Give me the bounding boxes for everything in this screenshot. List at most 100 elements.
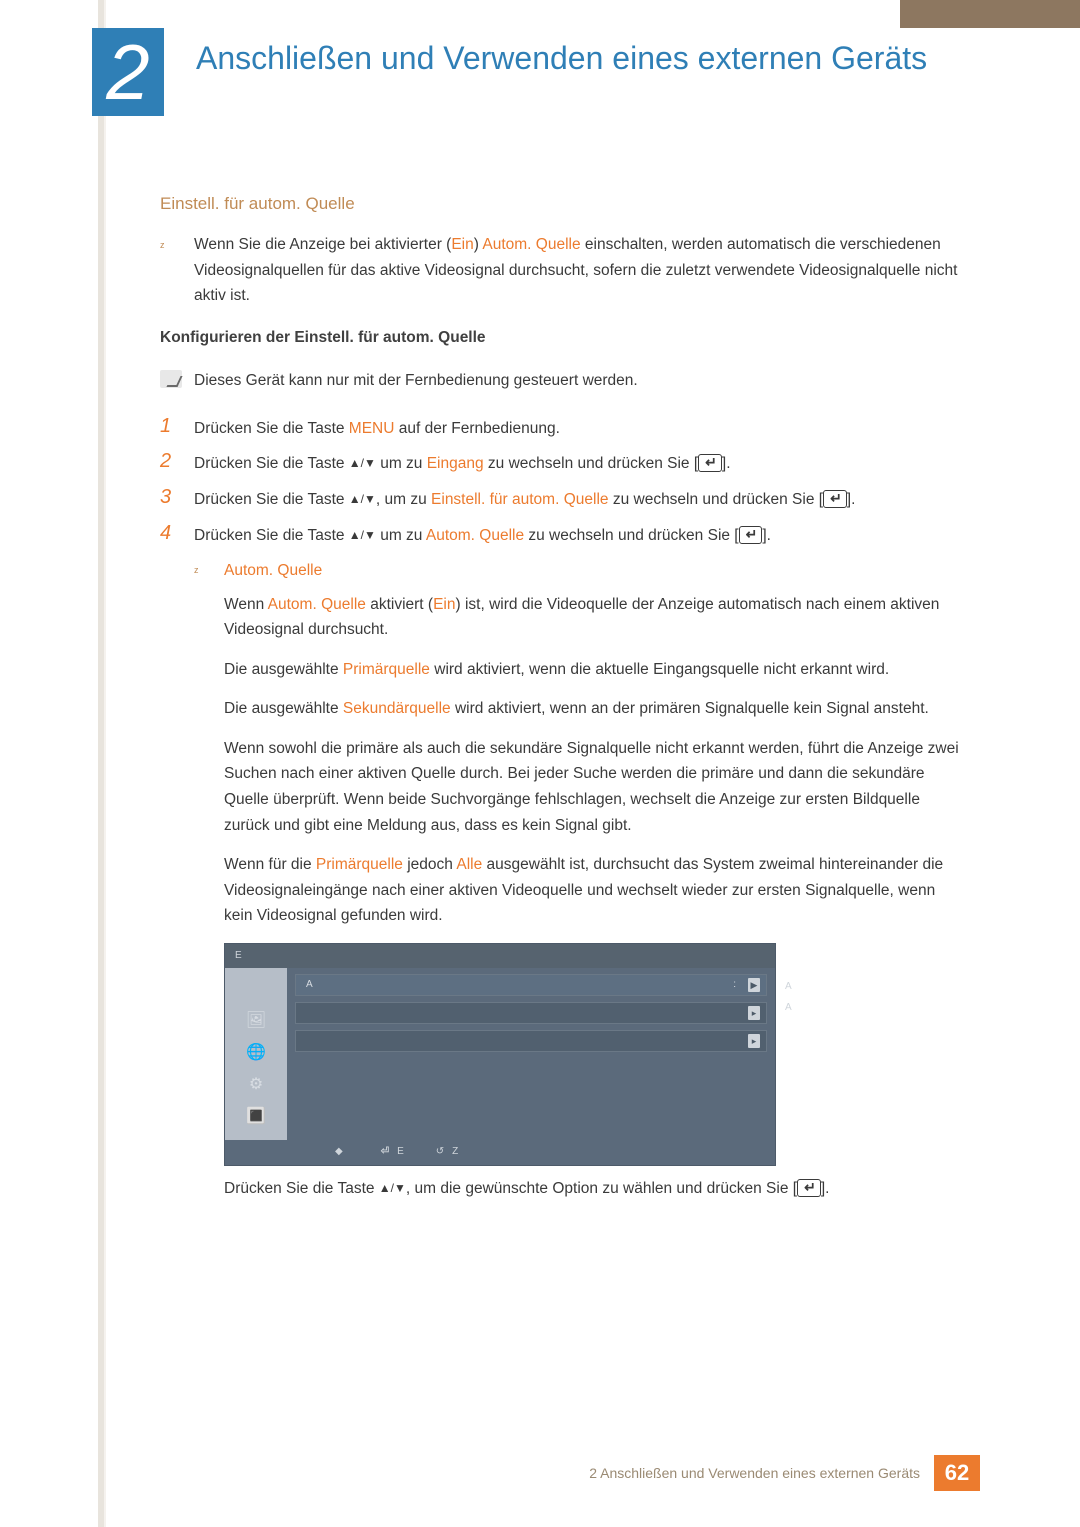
config-heading: Konfigurieren der Einstell. für autom. Q… [160,325,960,351]
chevron-right-icon: ▸ [748,1034,760,1048]
para: Wenn für die Primärquelle jedoch Alle au… [224,852,960,929]
step-3: 3 Drücken Sie die Taste ▲/▼, um zu Einst… [160,485,960,513]
t: zu wechseln und drücken Sie [ [524,527,739,544]
updown-icon: ▲/▼ [349,492,376,506]
t: aktiviert ( [366,596,433,613]
chevron-right-icon: ▶ [748,978,760,992]
t: Wenn Sie die Anzeige bei aktivierter ( [194,236,451,253]
t: , um zu [376,491,431,508]
t: jedoch [403,856,456,873]
enter-icon [698,454,722,472]
osd-menu-icon: ⚙ [244,1074,268,1096]
autom-block: Wenn Autom. Quelle aktiviert (Ein) ist, … [224,592,960,929]
step-body: Drücken Sie die Taste MENU auf der Fernb… [194,414,960,442]
osd-hint-back: Z [436,1144,461,1161]
osd-screenshot: E 🖼 🌐 ⚙ 🔳 A : ▶ [224,943,776,1166]
section-heading: Einstell. für autom. Quelle [160,190,960,218]
step-number: 4 [160,521,194,1202]
t: um zu [376,455,427,472]
step-body: Drücken Sie die Taste ▲/▼, um zu Einstel… [194,485,960,513]
osd-body: 🖼 🌐 ⚙ 🔳 A : ▶ [225,968,775,1140]
intro-text: Wenn Sie die Anzeige bei aktivierter (Ei… [194,232,960,309]
t: Die ausgewählte [224,700,343,717]
updown-icon: ▲/▼ [349,528,376,542]
chapter-badge: 2 [92,28,164,116]
sub-bullet: z Autom. Quelle [194,558,960,584]
t: Drücken Sie die Taste [194,455,349,472]
bullet-marker: z [160,232,194,309]
t: Drücken Sie die Taste [224,1180,379,1197]
t: Ein [433,596,455,613]
step-2: 2 Drücken Sie die Taste ▲/▼ um zu Eingan… [160,449,960,477]
osd-menu-icon: 🔳 [244,1106,268,1128]
step-4: 4 Drücken Sie die Taste ▲/▼ um zu Autom.… [160,521,960,1202]
para: Wenn sowohl die primäre als auch die sek… [224,736,960,838]
enter-icon [797,1179,821,1197]
step-body: Drücken Sie die Taste ▲/▼ um zu Autom. Q… [194,521,960,1202]
osd-row: A : ▶ [295,974,767,996]
step-body: Drücken Sie die Taste ▲/▼ um zu Eingang … [194,449,960,477]
t: Eingang [427,455,484,472]
osd-title: E [225,944,775,969]
page-content: Einstell. für autom. Quelle z Wenn Sie d… [160,190,960,1209]
t: Ein [451,236,473,253]
footer-text: 2 Anschließen und Verwenden eines extern… [589,1465,920,1481]
osd-hint: A [785,976,925,997]
autom-quelle-label: Autom. Quelle [224,558,322,584]
para: Die ausgewählte Primärquelle wird aktivi… [224,657,960,683]
osd-row-label: A [306,977,733,994]
t: Drücken Sie die Taste [194,527,349,544]
t: wird aktiviert, wenn an der primären Sig… [451,700,929,717]
step-number: 3 [160,485,194,513]
below-osd-text: Drücken Sie die Taste ▲/▼, um die gewüns… [224,1176,960,1202]
t: zu wechseln und drücken Sie [ [609,491,824,508]
updown-icon: ▲/▼ [379,1181,406,1195]
para: Die ausgewählte Sekundärquelle wird akti… [224,696,960,722]
t: Drücken Sie die Taste [194,491,349,508]
enter-icon [823,490,847,508]
osd-row: ▸ [295,1002,767,1024]
step-number: 2 [160,449,194,477]
t: Wenn [224,596,268,613]
osd-menu-icon: 🖼 [244,1010,268,1032]
t: Autom. Quelle [482,236,580,253]
page-number: 62 [934,1455,980,1491]
bullet-marker: z [194,558,224,584]
para: Wenn Autom. Quelle aktiviert (Ein) ist, … [224,592,960,643]
header-accent [900,0,1080,28]
osd-row: ▸ [295,1030,767,1052]
chapter-number: 2 [106,33,149,111]
osd-side-hints: A A [785,976,925,1018]
t: auf der Fernbedienung. [394,420,559,437]
t: Drücken Sie die Taste [194,420,349,437]
t: ]. [821,1180,830,1197]
updown-icon: ▲/▼ [349,456,376,470]
note-icon [160,368,194,394]
chevron-right-icon: ▸ [748,1006,760,1020]
t: ]. [847,491,856,508]
t: Autom. Quelle [268,596,366,613]
t: zu wechseln und drücken Sie [ [484,455,699,472]
t: Alle [456,856,482,873]
t: MENU [349,420,395,437]
osd-menu-icon: 🌐 [244,1042,268,1064]
note-row: Dieses Gerät kann nur mit der Fernbedien… [160,368,960,394]
intro-bullet: z Wenn Sie die Anzeige bei aktivierter (… [160,232,960,309]
note-text: Dieses Gerät kann nur mit der Fernbedien… [194,368,638,394]
osd-footer: E Z [225,1140,775,1165]
enter-icon [739,526,763,544]
t: Primärquelle [316,856,403,873]
osd-hint: A [785,997,925,1018]
page-footer: 2 Anschließen und Verwenden eines extern… [589,1455,980,1491]
t: um zu [376,527,426,544]
t: Die ausgewählte [224,661,343,678]
osd-row-value: : [733,977,738,994]
t: Wenn für die [224,856,316,873]
side-rule-shadow [104,0,106,1527]
t: wird aktiviert, wenn die aktuelle Eingan… [430,661,889,678]
osd-rows: A : ▶ ▸ ▸ [287,968,775,1140]
osd-hint-enter: E [381,1144,406,1161]
osd-hint-move [335,1144,351,1161]
osd-icon-column: 🖼 🌐 ⚙ 🔳 [225,968,287,1140]
t: Primärquelle [343,661,430,678]
